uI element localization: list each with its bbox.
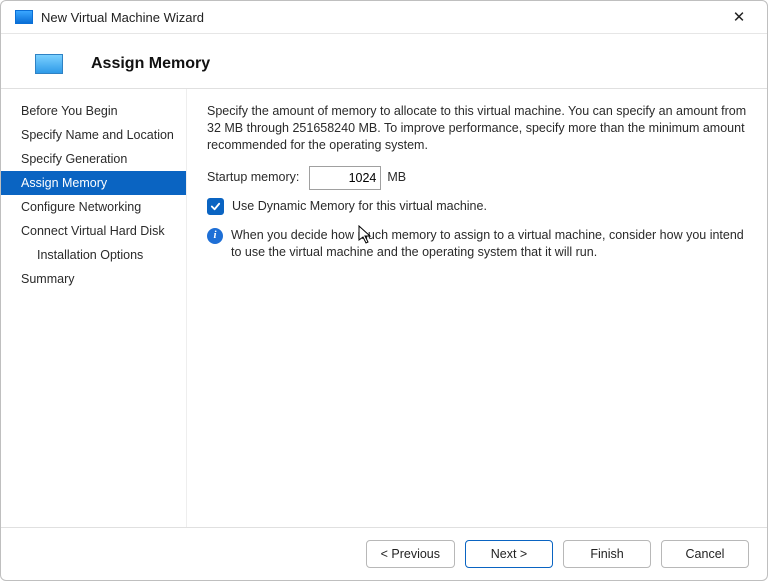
next-button[interactable]: Next >	[465, 540, 553, 568]
page-header: Assign Memory	[1, 34, 767, 89]
wizard-step-installation-options[interactable]: Installation Options	[1, 243, 186, 267]
wizard-window: New Virtual Machine Wizard ✕ Assign Memo…	[0, 0, 768, 581]
window-title: New Virtual Machine Wizard	[41, 10, 721, 25]
page-title: Assign Memory	[91, 55, 210, 73]
footer-buttons: < Previous Next > Finish Cancel	[1, 527, 767, 580]
wizard-step-before-you-begin[interactable]: Before You Begin	[1, 99, 186, 123]
info-row: i When you decide how much memory to ass…	[207, 227, 747, 261]
wizard-step-specify-name-and-location[interactable]: Specify Name and Location	[1, 123, 186, 147]
wizard-step-specify-generation[interactable]: Specify Generation	[1, 147, 186, 171]
page-icon	[35, 54, 63, 74]
check-icon	[210, 201, 221, 212]
wizard-step-configure-networking[interactable]: Configure Networking	[1, 195, 186, 219]
info-icon: i	[207, 228, 223, 244]
wizard-steps-sidebar: Before You BeginSpecify Name and Locatio…	[1, 89, 187, 527]
cancel-button[interactable]: Cancel	[661, 540, 749, 568]
previous-button[interactable]: < Previous	[366, 540, 455, 568]
startup-memory-label: Startup memory:	[207, 169, 299, 186]
startup-memory-input[interactable]	[309, 166, 381, 190]
info-text: When you decide how much memory to assig…	[231, 227, 747, 261]
content-pane: Specify the amount of memory to allocate…	[187, 89, 767, 527]
close-icon[interactable]: ✕	[721, 8, 757, 26]
dynamic-memory-checkbox[interactable]	[207, 198, 224, 215]
app-icon	[15, 10, 33, 24]
wizard-step-connect-virtual-hard-disk[interactable]: Connect Virtual Hard Disk	[1, 219, 186, 243]
finish-button[interactable]: Finish	[563, 540, 651, 568]
wizard-step-summary[interactable]: Summary	[1, 267, 186, 291]
body: Before You BeginSpecify Name and Locatio…	[1, 89, 767, 527]
startup-memory-unit: MB	[387, 169, 406, 186]
startup-memory-row: Startup memory: MB	[207, 166, 747, 190]
wizard-step-assign-memory[interactable]: Assign Memory	[1, 171, 186, 195]
intro-text: Specify the amount of memory to allocate…	[207, 103, 747, 154]
dynamic-memory-row[interactable]: Use Dynamic Memory for this virtual mach…	[207, 198, 747, 215]
dynamic-memory-label: Use Dynamic Memory for this virtual mach…	[232, 198, 487, 215]
titlebar: New Virtual Machine Wizard ✕	[1, 1, 767, 34]
